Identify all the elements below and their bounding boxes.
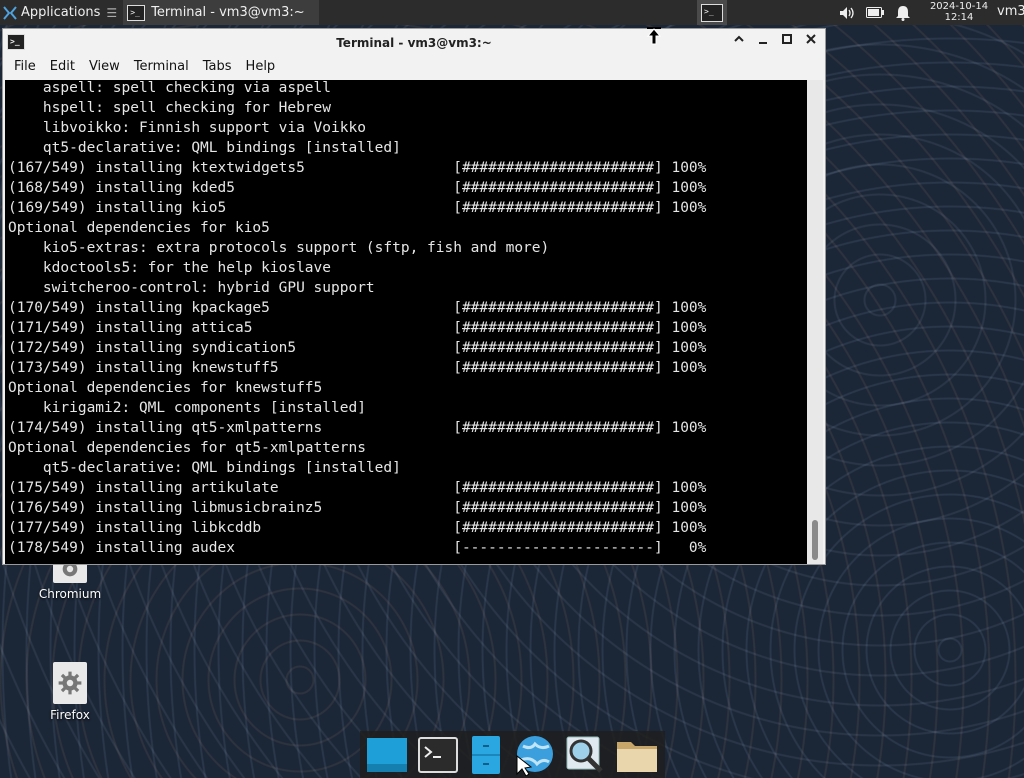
applications-menu-button[interactable]: Applications ☰ [0,0,121,25]
minimize-button[interactable] [755,33,771,51]
terminal-line: kdoctools5: for the help kioslave [8,260,332,276]
menu-terminal[interactable]: Terminal [127,56,196,78]
terminal-launcher-button[interactable]: >_ [697,0,727,25]
terminal-line: hspell: spell checking for Hebrew [8,100,332,116]
close-button[interactable] [803,33,819,51]
system-tray [838,0,912,25]
gear-icon [53,662,87,704]
clock-date: 2024-10-14 [929,1,989,12]
terminal-line: kirigami2: QML components [installed] [8,400,366,416]
taskbar-window-title: Terminal - vm3@vm3:~ [151,5,305,20]
web-browser-icon [516,735,553,776]
terminal-icon: >_ [127,4,146,21]
terminal-line: (167/549) installing ktextwidgets5 [####… [8,160,707,176]
terminal-line: (174/549) installing qt5-xmlpatterns [##… [8,420,707,436]
clock[interactable]: 2024-10-14 12:14 [924,1,994,23]
terminal-icon: >_ [701,3,723,22]
menu-view[interactable]: View [82,56,127,78]
applications-label: Applications [21,5,101,20]
terminal-line: Optional dependencies for kio5 [8,220,270,236]
menu-bar: File Edit View Terminal Tabs Help [3,56,825,78]
terminal-line: (178/549) installing audex [------------… [8,540,707,556]
terminal-line: aspell: spell checking via aspell [8,80,332,96]
menu-file[interactable]: File [7,56,43,78]
top-panel: Applications ☰ >_ Terminal - vm3@vm3:~ >… [0,0,1024,25]
terminal-line: switcheroo-control: hybrid GPU support [8,280,375,296]
taskbar-terminal-window[interactable]: >_ Terminal - vm3@vm3:~ [123,0,320,25]
desktop-icon-label: Chromium [38,587,102,601]
window-controls [731,33,819,51]
file-manager-dock-button[interactable] [468,734,503,776]
app-finder-icon [566,736,603,773]
show-desktop-button[interactable] [366,734,408,776]
desktop-icon-label: Firefox [50,708,90,722]
notification-bell-icon[interactable] [894,5,912,21]
terminal-line: (173/549) installing knewstuff5 [#######… [8,360,707,376]
file-manager-icon [471,735,500,774]
user-menu[interactable]: vm3 [997,4,1024,19]
menu-tabs[interactable]: Tabs [196,56,239,78]
terminal-icon [418,736,458,773]
terminal-line: (175/549) installing artikulate [#######… [8,480,707,496]
menu-edit[interactable]: Edit [43,56,82,78]
folder-icon [617,741,657,772]
terminal-line: kio5-extras: extra protocols support (sf… [8,240,550,256]
terminal-window: >_ Terminal - vm3@vm3:~ File Edit View T… [2,28,826,565]
web-browser-dock-button[interactable] [513,734,555,776]
window-titlebar[interactable]: >_ Terminal - vm3@vm3:~ [3,29,825,56]
scrollbar-thumb[interactable] [812,520,818,560]
terminal-dock-button[interactable] [418,734,458,776]
desktop-icon-firefox[interactable]: Firefox [30,662,110,722]
app-finder-dock-button[interactable] [565,734,605,776]
terminal-scrollbar[interactable] [807,80,823,564]
menu-separator-icon: ☰ [106,5,118,20]
xfce-logo-icon [3,5,17,20]
terminal-line: (169/549) installing kio5 [#############… [8,200,707,216]
folder-dock-button[interactable] [615,734,659,776]
terminal-text: aspell: spell checking via aspell hspell… [5,80,809,558]
window-title: Terminal - vm3@vm3:~ [336,35,492,50]
mouse-cursor-icon [646,27,662,45]
battery-icon[interactable] [866,5,884,21]
dock [360,731,665,778]
terminal-icon: >_ [7,34,25,50]
menu-help[interactable]: Help [239,56,283,78]
terminal-line: (172/549) installing syndication5 [#####… [8,340,707,356]
terminal-line: qt5-declarative: QML bindings [installed… [8,460,401,476]
show-desktop-icon [367,737,407,772]
shade-button[interactable] [731,33,747,51]
terminal-line: (168/549) installing kded5 [############… [8,180,707,196]
terminal-output[interactable]: aspell: spell checking via aspell hspell… [5,80,809,564]
terminal-line: (177/549) installing libkcddb [#########… [8,520,707,536]
terminal-line: qt5-declarative: QML bindings [installed… [8,140,401,156]
terminal-line: libvoikko: Finnish support via Voikko [8,120,366,136]
volume-icon[interactable] [838,5,856,21]
terminal-line: Optional dependencies for qt5-xmlpattern… [8,440,366,456]
maximize-button[interactable] [779,33,795,51]
terminal-line: (176/549) installing libmusicbrainz5 [##… [8,500,707,516]
terminal-line: (170/549) installing kpackage5 [########… [8,300,707,316]
terminal-line: Optional dependencies for knewstuff5 [8,380,323,396]
clock-time: 12:14 [944,12,974,23]
terminal-line: (171/549) installing attica5 [##########… [8,320,707,336]
